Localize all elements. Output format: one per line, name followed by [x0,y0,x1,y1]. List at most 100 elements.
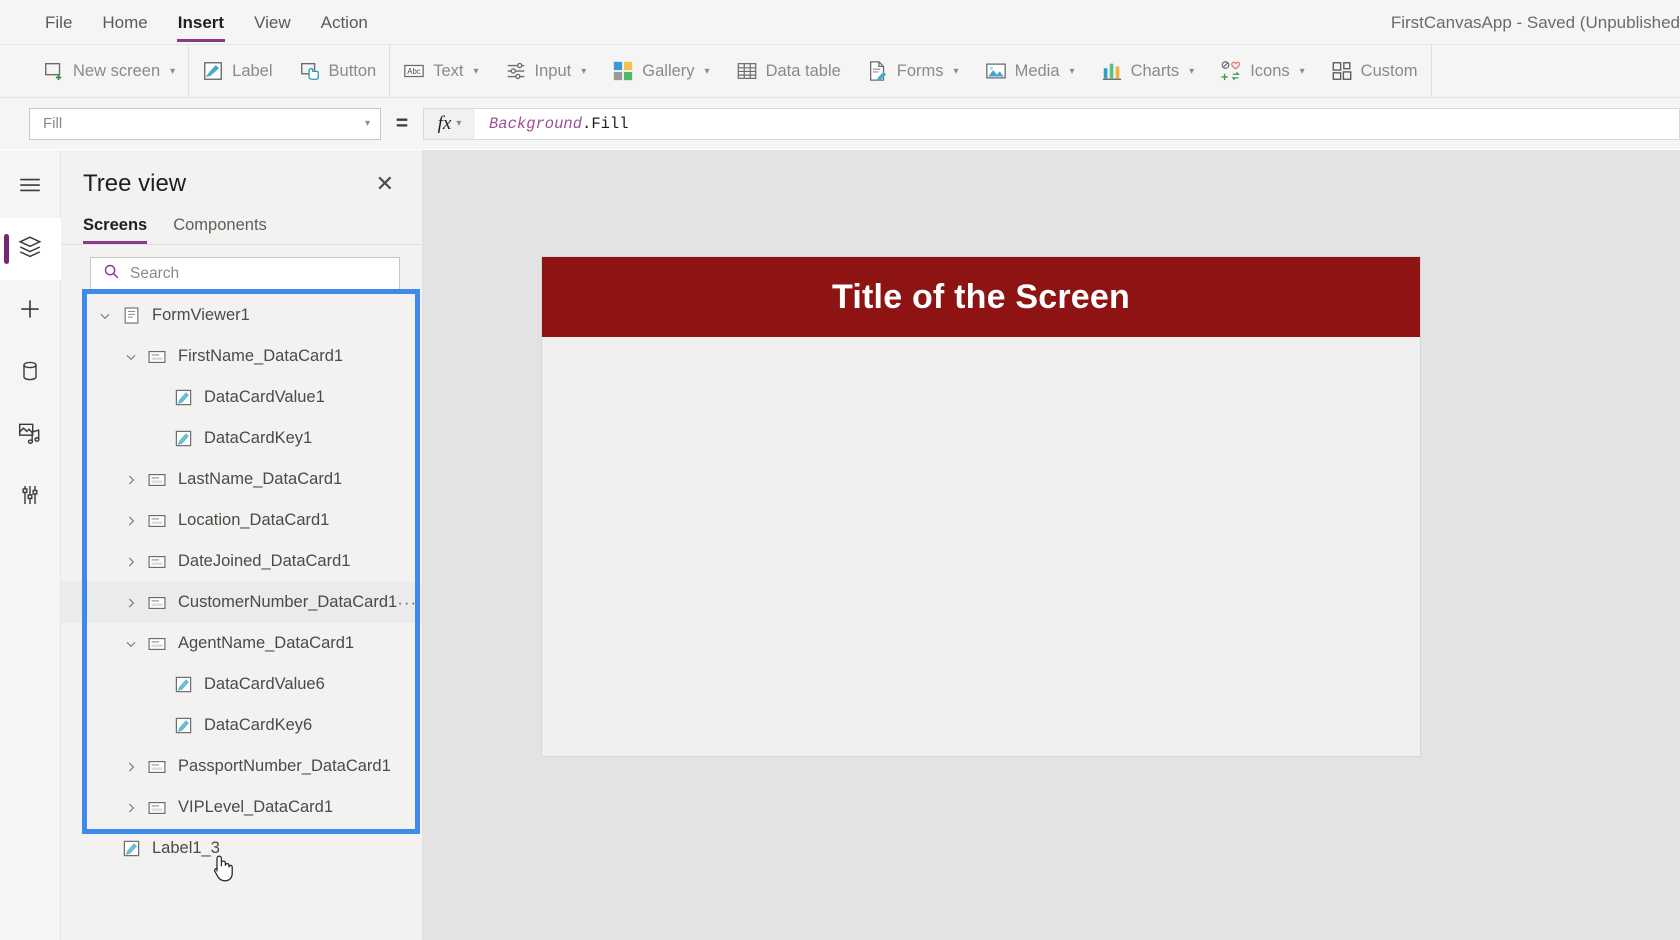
property-select[interactable]: Fill ▾ [29,108,381,140]
tree-item-datejoined_datacard1[interactable]: DateJoined_DataCard1 [61,541,422,582]
chevron-down-icon[interactable] [91,309,119,323]
chevron-right-icon[interactable] [117,760,145,774]
app-screen-preview[interactable]: Title of the Screen [542,257,1420,756]
chevron-right-icon[interactable] [117,801,145,815]
tree-view-button[interactable] [0,218,61,280]
tree-item-customernumber_datacard1[interactable]: CustomerNumber_DataCard1··· [61,582,422,623]
text-icon: Abc [403,60,425,82]
tree-item-label: Label1_3 [152,839,220,858]
insert-data-table-button[interactable]: Data table [723,45,854,98]
menu-item-insert[interactable]: Insert [163,0,239,45]
tree-item-passportnumber_datacard1[interactable]: PassportNumber_DataCard1 [61,746,422,787]
media-pane-button[interactable] [0,404,61,466]
menu-item-file[interactable]: File [30,0,87,45]
formula-wrap: fx ▾ Background.Fill [423,108,1680,140]
data-pane-button[interactable] [0,342,61,404]
chevron-right-icon[interactable] [117,596,145,610]
datacard-icon [145,798,169,818]
formula-object-token: Background [489,115,582,133]
tree-item-label: LastName_DataCard1 [178,470,342,489]
left-icon-rail [0,150,61,940]
insert-input-button[interactable]: Input ▾ [492,45,600,98]
menu-item-action[interactable]: Action [306,0,383,45]
tree-item-label: DateJoined_DataCard1 [178,552,350,571]
insert-input-label: Input [535,62,572,81]
insert-data-table-label: Data table [766,62,841,81]
search-icon [103,263,120,285]
insert-custom-button[interactable]: Custom [1318,45,1431,98]
insert-gallery-button[interactable]: Gallery ▾ [599,45,722,98]
label-control-icon [171,716,195,735]
tree-item-label1_3[interactable]: Label1_3 [61,828,422,869]
insert-text-button[interactable]: Abc Text ▾ [390,45,491,98]
tab-screens[interactable]: Screens [83,216,147,244]
tree-item-datacardkey6[interactable]: DataCardKey6 [61,705,422,746]
formula-input[interactable]: Background.Fill [475,108,1680,140]
hamburger-menu-icon [17,172,43,203]
formula-member-token: .Fill [582,115,629,133]
tree-item-label: DataCardKey1 [204,429,312,448]
forms-icon [867,60,889,82]
tree-item-lastname_datacard1[interactable]: LastName_DataCard1 [61,459,422,500]
insert-forms-button[interactable]: Forms ▾ [854,45,972,98]
chevron-down-icon: ▾ [170,66,175,77]
more-options-icon[interactable]: ··· [397,594,417,611]
tree-item-datacardkey1[interactable]: DataCardKey1 [61,418,422,459]
tree-item-viplevel_datacard1[interactable]: VIPLevel_DataCard1 [61,787,422,828]
tab-components[interactable]: Components [173,216,267,244]
advanced-pane-button[interactable] [0,466,61,528]
menu-bar: File Home Insert View Action FirstCanvas… [0,0,1680,45]
label-control-icon [171,388,195,407]
equals-sign: = [381,112,423,136]
hamburger-menu-button[interactable] [0,156,61,218]
chevron-down-icon[interactable] [117,637,145,651]
menu-items: File Home Insert View Action [0,0,383,45]
insert-text-label: Text [433,62,463,81]
datacard-icon [145,593,169,613]
tree-item-datacardvalue6[interactable]: DataCardValue6 [61,664,422,705]
input-icon [505,60,527,82]
fx-button[interactable]: fx ▾ [423,108,475,140]
search-input[interactable]: Search [90,257,400,291]
close-icon[interactable]: ✕ [376,173,394,195]
tree-item-location_datacard1[interactable]: Location_DataCard1 [61,500,422,541]
fx-label: fx [438,113,452,135]
new-screen-button[interactable]: New screen ▾ [30,45,188,98]
tree-item-label: DataCardValue1 [204,388,325,407]
search-placeholder: Search [130,265,179,283]
label-control-icon [171,429,195,448]
insert-media-button[interactable]: Media ▾ [972,45,1088,98]
insert-label-button[interactable]: Label [189,45,285,98]
chevron-right-icon[interactable] [117,555,145,569]
insert-charts-label: Charts [1131,62,1180,81]
insert-button-button[interactable]: Button [286,45,390,98]
insert-charts-button[interactable]: Charts ▾ [1088,45,1208,98]
tree-list: FormViewer1 FirstName_DataCard1 DataCardVa… [61,295,422,869]
insert-button-label: Button [329,62,377,81]
canvas-area[interactable]: Title of the Screen [423,150,1680,940]
chevron-right-icon[interactable] [117,473,145,487]
gallery-icon [612,60,634,82]
chevron-down-icon: ▾ [456,118,461,129]
tree-item-datacardvalue1[interactable]: DataCardValue1 [61,377,422,418]
insert-icons-button[interactable]: Icons ▾ [1207,45,1317,98]
icons-icon [1220,60,1242,82]
chevron-down-icon: ▾ [581,66,586,77]
chevron-down-icon: ▾ [1300,66,1305,77]
insert-pane-button[interactable] [0,280,61,342]
screen-title-bar[interactable]: Title of the Screen [542,257,1420,337]
chevron-down-icon[interactable] [117,350,145,364]
tree-item-agentname_datacard1[interactable]: AgentName_DataCard1 [61,623,422,664]
tree-item-label: FormViewer1 [152,306,250,325]
tree-item-label: DataCardKey6 [204,716,312,735]
tree-item-firstname_datacard1[interactable]: FirstName_DataCard1 [61,336,422,377]
tree-item-label: CustomerNumber_DataCard1 [178,593,397,612]
powerapps-studio: File Home Insert View Action FirstCanvas… [0,0,1680,940]
plus-icon [17,296,43,327]
menu-item-home[interactable]: Home [87,0,162,45]
datacard-icon [145,634,169,654]
tree-item-formviewer1[interactable]: FormViewer1 [61,295,422,336]
menu-item-view[interactable]: View [239,0,306,45]
insert-label-label: Label [232,62,272,81]
chevron-right-icon[interactable] [117,514,145,528]
